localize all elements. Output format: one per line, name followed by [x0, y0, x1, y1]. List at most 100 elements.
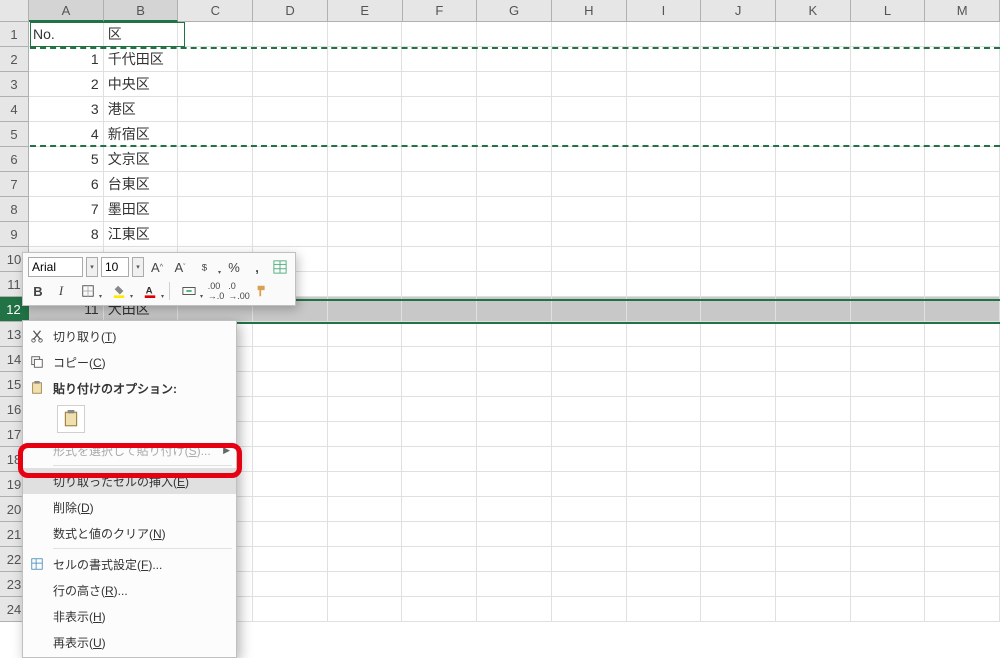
- menu-label: セルの書式設定(F)...: [53, 556, 162, 573]
- col-header-M[interactable]: M: [925, 0, 1000, 22]
- font-name-input[interactable]: Arial: [28, 257, 83, 277]
- cell[interactable]: 4: [29, 122, 104, 147]
- scissors-icon: [29, 328, 45, 344]
- accounting-format-button[interactable]: $: [193, 257, 221, 277]
- context-menu: 切り取り(T) コピー(C) 貼り付けのオプション: 形式を選択して貼り付け(S…: [22, 320, 237, 658]
- menu-label: 切り取ったセルの挿入(E): [53, 473, 189, 490]
- col-header-I[interactable]: I: [627, 0, 702, 22]
- col-header-D[interactable]: D: [253, 0, 328, 22]
- grid-row: 4 3 港区: [0, 97, 1000, 122]
- cell[interactable]: 新宿区: [104, 122, 179, 147]
- row-header[interactable]: 3: [0, 72, 29, 97]
- font-size-input[interactable]: 10: [101, 257, 129, 277]
- cell[interactable]: 中央区: [104, 72, 179, 97]
- grid-row: 1 No. 区: [0, 22, 1000, 47]
- grid-row: 8 7 墨田区: [0, 197, 1000, 222]
- fill-color-button[interactable]: [105, 281, 133, 301]
- col-header-A[interactable]: A: [29, 0, 104, 22]
- cell[interactable]: 港区: [104, 97, 179, 122]
- cell-B1[interactable]: 区: [104, 22, 179, 47]
- cell[interactable]: 文京区: [104, 147, 179, 172]
- grid-row: 2 1 千代田区: [0, 47, 1000, 72]
- decrease-decimal-button[interactable]: .0→.00: [229, 281, 249, 301]
- col-header-K[interactable]: K: [776, 0, 851, 22]
- col-header-B[interactable]: B: [104, 0, 179, 22]
- bold-button[interactable]: B: [28, 281, 48, 301]
- menu-delete[interactable]: 削除(D): [23, 494, 236, 520]
- grid-row: 5 4 新宿区: [0, 122, 1000, 147]
- copy-icon: [29, 354, 45, 370]
- cell[interactable]: 8: [29, 222, 104, 247]
- cell[interactable]: 千代田区: [104, 47, 179, 72]
- cell[interactable]: 1: [29, 47, 104, 72]
- font-size-dropdown[interactable]: [132, 257, 144, 277]
- row-header[interactable]: 7: [0, 172, 29, 197]
- col-header-E[interactable]: E: [328, 0, 403, 22]
- menu-label: 形式を選択して貼り付け(S)...: [53, 442, 211, 459]
- grid-row: 7 6 台東区: [0, 172, 1000, 197]
- menu-paste-special: 形式を選択して貼り付け(S)... ▶: [23, 437, 236, 463]
- cell[interactable]: 江東区: [104, 222, 179, 247]
- menu-label: 再表示(U): [53, 634, 106, 651]
- borders-button[interactable]: [74, 281, 102, 301]
- menu-label: 非表示(H): [53, 608, 106, 625]
- menu-separator: [53, 465, 232, 466]
- cell[interactable]: 台東区: [104, 172, 179, 197]
- format-painter-button[interactable]: [252, 281, 272, 301]
- row-header[interactable]: 9: [0, 222, 29, 247]
- row-header-1[interactable]: 1: [0, 22, 29, 47]
- row-header[interactable]: 2: [0, 47, 29, 72]
- col-header-J[interactable]: J: [701, 0, 776, 22]
- svg-text:A: A: [146, 286, 153, 297]
- merge-center-button[interactable]: [175, 281, 203, 301]
- menu-clear-contents[interactable]: 数式と値のクリア(N): [23, 520, 236, 546]
- menu-format-cells[interactable]: セルの書式設定(F)...: [23, 551, 236, 577]
- italic-button[interactable]: I: [51, 281, 71, 301]
- increase-font-button[interactable]: A^: [147, 257, 167, 277]
- increase-decimal-button[interactable]: .00→.0: [206, 281, 226, 301]
- col-header-C[interactable]: C: [178, 0, 253, 22]
- row-header[interactable]: 5: [0, 122, 29, 147]
- row-header[interactable]: 4: [0, 97, 29, 122]
- menu-separator: [53, 548, 232, 549]
- menu-cut[interactable]: 切り取り(T): [23, 323, 236, 349]
- paste-default-button[interactable]: [57, 405, 85, 433]
- column-headers: A B C D E F G H I J K L M: [0, 0, 1000, 22]
- menu-label: コピー(C): [53, 354, 106, 371]
- cell[interactable]: 墨田区: [104, 197, 179, 222]
- row-header[interactable]: 8: [0, 197, 29, 222]
- grid-row: 3 2 中央区: [0, 72, 1000, 97]
- font-color-button[interactable]: A: [136, 281, 164, 301]
- format-as-table-button[interactable]: [270, 257, 290, 277]
- paste-options-row: [23, 401, 236, 437]
- col-header-H[interactable]: H: [552, 0, 627, 22]
- menu-label: 削除(D): [53, 499, 94, 516]
- select-all-corner[interactable]: [0, 0, 29, 22]
- cell-A1[interactable]: No.: [29, 22, 104, 47]
- menu-label: 行の高さ(R)...: [53, 582, 128, 599]
- menu-label: 貼り付けのオプション:: [53, 380, 177, 397]
- grid-row: 6 5 文京区: [0, 147, 1000, 172]
- menu-copy[interactable]: コピー(C): [23, 349, 236, 375]
- cell[interactable]: 2: [29, 72, 104, 97]
- menu-hide[interactable]: 非表示(H): [23, 603, 236, 629]
- menu-label: 数式と値のクリア(N): [53, 525, 166, 542]
- comma-button[interactable]: ,: [247, 257, 267, 277]
- col-header-L[interactable]: L: [851, 0, 926, 22]
- decrease-font-button[interactable]: Aˇ: [170, 257, 190, 277]
- grid-row: 9 8 江東区: [0, 222, 1000, 247]
- col-header-F[interactable]: F: [403, 0, 478, 22]
- mini-toolbar: Arial 10 A^ Aˇ $ % , B I A .00→.0 .0→.00: [22, 252, 296, 306]
- cell[interactable]: 3: [29, 97, 104, 122]
- cell[interactable]: 7: [29, 197, 104, 222]
- menu-insert-cut-cells[interactable]: 切り取ったセルの挿入(E): [23, 468, 236, 494]
- font-name-dropdown[interactable]: [86, 257, 98, 277]
- row-header[interactable]: 6: [0, 147, 29, 172]
- format-cells-icon: [29, 556, 45, 572]
- submenu-arrow-icon: ▶: [223, 445, 230, 456]
- menu-row-height[interactable]: 行の高さ(R)...: [23, 577, 236, 603]
- col-header-G[interactable]: G: [477, 0, 552, 22]
- cell[interactable]: 6: [29, 172, 104, 197]
- percent-button[interactable]: %: [224, 257, 244, 277]
- cell[interactable]: 5: [29, 147, 104, 172]
